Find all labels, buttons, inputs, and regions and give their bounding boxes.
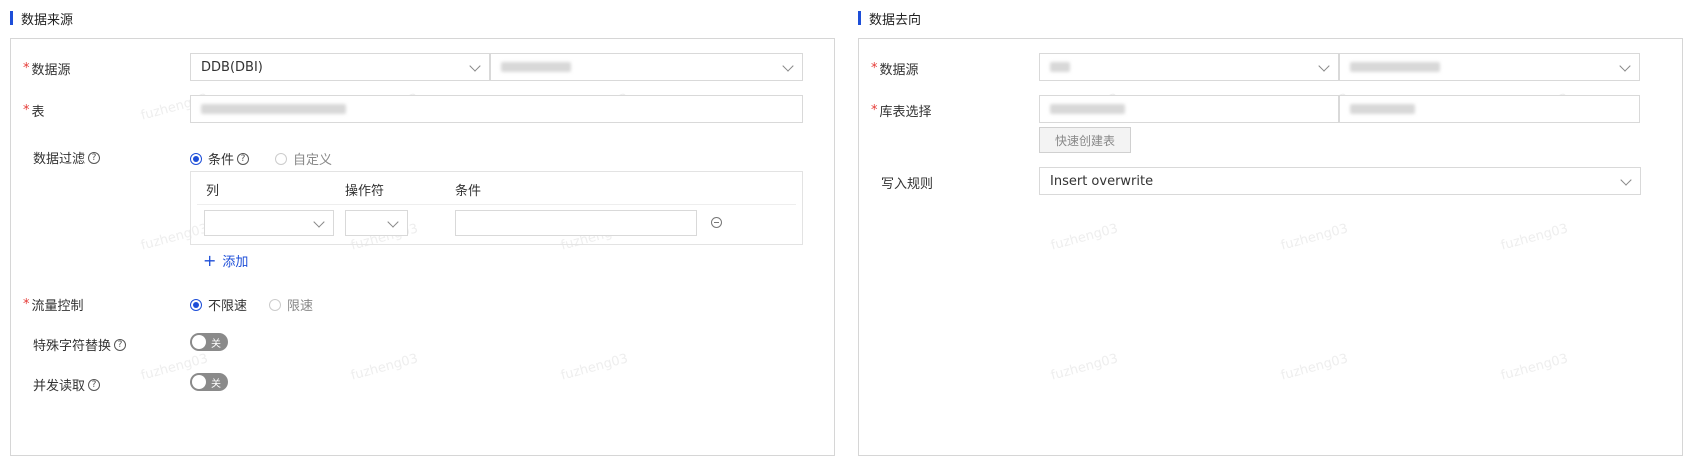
header-divider	[197, 204, 796, 205]
plus-icon: +	[203, 251, 217, 270]
target-datasource-label: * 数据源	[871, 61, 919, 78]
filter-option-condition[interactable]: 条件?	[190, 149, 250, 168]
help-icon[interactable]: ?	[237, 152, 250, 165]
target-database-input[interactable]	[1039, 95, 1339, 123]
redacted-value	[1050, 62, 1070, 72]
redacted-value	[501, 62, 571, 72]
write-rule-select[interactable]: Insert overwrite	[1039, 167, 1641, 195]
flow-option-unlimited[interactable]: 不限速	[190, 295, 247, 314]
source-datasource-instance-select[interactable]	[490, 53, 803, 81]
chevron-down-icon	[782, 60, 794, 72]
chevron-down-icon	[1318, 60, 1330, 72]
radio-unchecked-icon	[269, 298, 281, 311]
filter-option-custom[interactable]: 自定义	[275, 149, 332, 168]
chevron-down-icon	[387, 216, 399, 228]
special-char-replace-toggle[interactable]: 关	[190, 333, 228, 351]
filter-operator-select[interactable]	[345, 210, 408, 236]
toggle-knob	[192, 335, 206, 349]
filter-column-select[interactable]	[204, 210, 334, 236]
filter-condition-table: 列 操作符 条件	[190, 171, 803, 245]
help-icon[interactable]: ?	[114, 338, 127, 351]
target-datasource-instance-select[interactable]	[1339, 53, 1640, 81]
quick-create-table-button[interactable]: 快速创建表	[1039, 127, 1131, 153]
source-table-label: * 表	[23, 103, 45, 120]
filter-col-header-condition: 条件	[455, 184, 482, 199]
target-table-input[interactable]	[1339, 95, 1640, 123]
source-datasource-label: * 数据源	[23, 61, 71, 78]
flow-option-limited[interactable]: 限速	[269, 295, 313, 314]
filter-col-header-operator: 操作符	[345, 184, 385, 199]
redacted-value	[1050, 104, 1125, 114]
help-icon[interactable]: ?	[88, 151, 101, 164]
filter-label: 数据过滤?	[33, 148, 101, 167]
flow-control-label: * 流量控制	[23, 297, 84, 314]
redacted-value	[201, 104, 346, 114]
target-section-title: 数据去向	[858, 11, 922, 28]
concurrent-read-label: 并发读取?	[33, 375, 101, 394]
chevron-down-icon	[313, 216, 325, 228]
chevron-down-icon	[1619, 60, 1631, 72]
write-rule-label: 写入规则	[881, 177, 934, 192]
radio-checked-icon	[190, 152, 202, 165]
concurrent-read-toggle[interactable]: 关	[190, 373, 228, 391]
source-panel: * 数据源 DDB(DBI) * 表 数据过滤? 条件? 自定义 列 操作符 条件	[10, 38, 835, 456]
special-char-replace-label: 特殊字符替换?	[33, 335, 127, 354]
source-datasource-type-select[interactable]: DDB(DBI)	[190, 53, 490, 81]
target-datasource-type-select[interactable]	[1039, 53, 1339, 81]
title-accent-bar	[858, 11, 861, 25]
redacted-value	[1350, 62, 1440, 72]
filter-col-header-column: 列	[206, 184, 220, 199]
toggle-knob	[192, 375, 206, 389]
help-icon[interactable]: ?	[88, 378, 101, 391]
chevron-down-icon	[469, 60, 481, 72]
target-title: 数据去向	[869, 12, 922, 28]
source-table-input[interactable]	[190, 95, 803, 123]
source-title: 数据来源	[21, 12, 74, 28]
source-section-title: 数据来源	[10, 11, 74, 28]
remove-row-icon[interactable]	[711, 217, 722, 228]
target-panel: * 数据源 * 库表选择 快速创建表 写入规则 Insert overwrite	[858, 38, 1683, 456]
redacted-value	[1350, 104, 1415, 114]
radio-unchecked-icon	[275, 152, 287, 165]
chevron-down-icon	[1620, 174, 1632, 186]
radio-checked-icon	[190, 298, 202, 311]
add-filter-button[interactable]: + 添加	[203, 251, 248, 270]
target-table-label: * 库表选择	[871, 103, 932, 120]
title-accent-bar	[10, 11, 13, 25]
filter-condition-input[interactable]	[455, 210, 697, 236]
